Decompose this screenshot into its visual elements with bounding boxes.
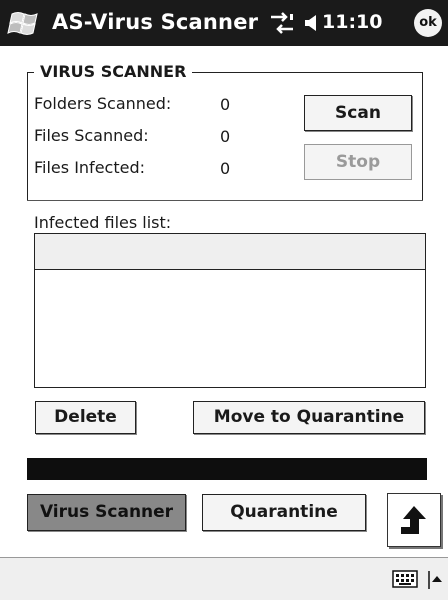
title-bar: AS-Virus Scanner 11:10 ok [0,0,448,46]
clock[interactable]: 11:10 [322,11,382,33]
up-arrow-icon [401,506,426,534]
up-button[interactable] [387,493,441,547]
files-infected-label: Files Infected: [34,158,145,177]
windows-flag-icon [7,12,38,35]
folders-scanned-value: 0 [220,95,231,114]
speaker-icon[interactable] [304,13,322,33]
files-infected-value: 0 [220,159,231,178]
files-scanned-label: Files Scanned: [34,126,149,145]
sip-menu-arrow-icon[interactable] [428,570,442,590]
files-scanned-value: 0 [220,127,231,146]
stop-button[interactable]: Stop [304,144,412,180]
folders-scanned-label: Folders Scanned: [34,94,172,113]
scan-button[interactable]: Scan [304,95,412,131]
status-band [27,458,427,480]
tab-virus-scanner[interactable]: Virus Scanner [27,494,186,531]
divider [27,200,423,201]
infected-files-list-label: Infected files list: [34,213,172,232]
move-to-quarantine-button[interactable]: Move to Quarantine [193,401,425,434]
start-button[interactable] [6,6,44,40]
tab-quarantine[interactable]: Quarantine [202,494,366,531]
menu-bar [0,557,448,600]
group-label: VIRUS SCANNER [34,62,193,81]
app-title: AS-Virus Scanner [52,10,259,34]
ok-button[interactable]: ok [414,9,442,37]
connectivity-arrows-icon[interactable] [268,12,296,34]
delete-button[interactable]: Delete [35,401,136,434]
keyboard-icon[interactable] [392,568,418,590]
infected-files-list[interactable] [34,233,426,388]
list-header[interactable] [35,234,425,270]
